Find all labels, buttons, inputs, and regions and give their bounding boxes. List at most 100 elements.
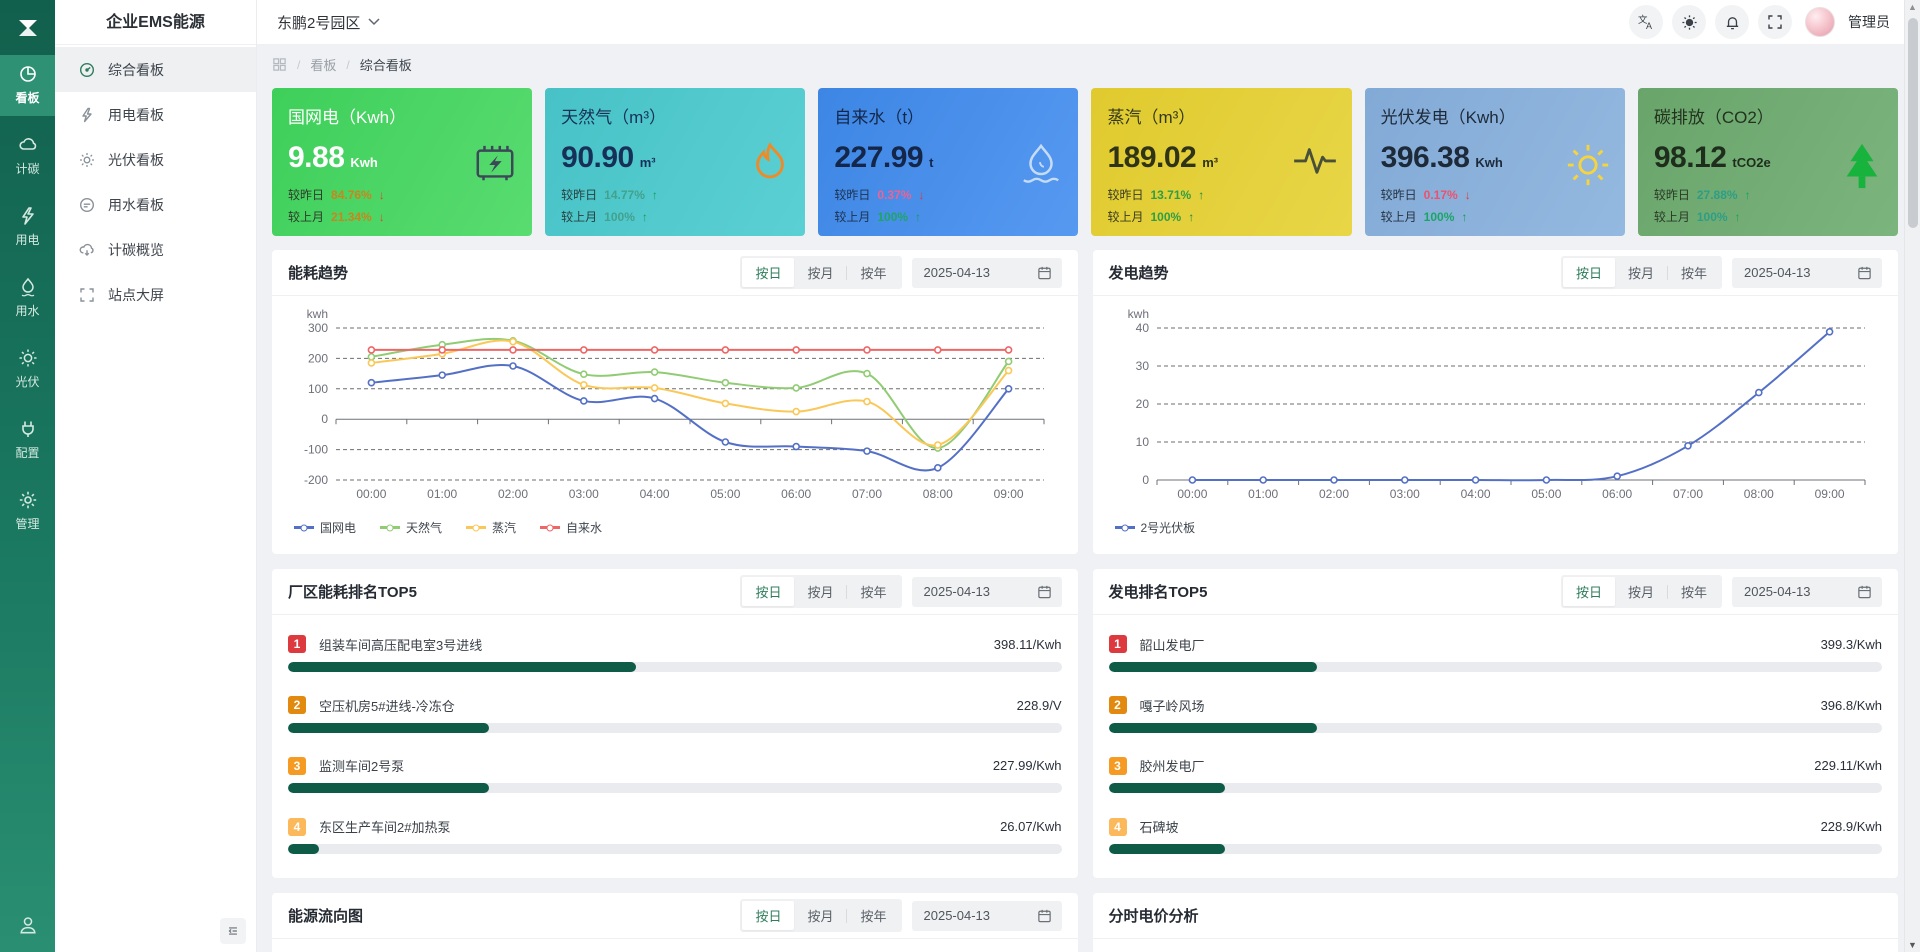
generation-trend-chart[interactable]: kwh 0 10 20 30 40 00:00 01:00 02:00 03:00 04:00 05:…: [1109, 306, 1883, 536]
chart-canvas: kwh -200 -100 0 100 200 300 00:00 01:00 02:00 03:0…: [304, 307, 1045, 501]
rail-item-solar[interactable]: 光伏: [0, 339, 55, 400]
pie-chart-icon: [19, 66, 36, 82]
rank-progress-bar: [1108, 783, 1882, 794]
collapse-sidebar-button[interactable]: [220, 918, 246, 944]
rank-progress-bar: [288, 661, 1062, 672]
sidebar-item-carbon-overview[interactable]: 计碳概览: [55, 227, 256, 272]
rank-item: 3 监测车间2号泵 227.99/Kwh: [288, 756, 1062, 794]
stat-card-solar-generation: 光伏发电（Kwh） 396.38 Kwh 较昨日 0.17% ↓ 较上月 100% ↑: [1364, 88, 1625, 236]
legend-item[interactable]: 国网电: [294, 519, 356, 536]
legend-item[interactable]: 蒸汽: [466, 519, 516, 536]
tab-by-day[interactable]: 按日: [1562, 577, 1615, 606]
svg-text:kwh: kwh: [1127, 307, 1148, 321]
compare-day-label: 较昨日: [834, 188, 871, 202]
rank-badge: 3: [1108, 756, 1127, 775]
rank-badge: 4: [1108, 817, 1127, 836]
legend-label: 自来水: [566, 521, 603, 535]
stat-card-grid-power: 国网电（Kwh） 9.88 Kwh 较昨日 84.76% ↓ 较上月 21.34% ↓: [272, 88, 533, 236]
tab-by-day[interactable]: 按日: [1562, 258, 1615, 287]
calendar-icon: [1037, 585, 1051, 599]
sidebar-item-solar-board[interactable]: 光伏看板: [55, 137, 256, 182]
card-unit: tCO2e: [1732, 155, 1771, 170]
date-picker[interactable]: 2025-04-13: [911, 900, 1062, 931]
svg-text:08:00: 08:00: [923, 487, 953, 501]
svg-text:03:00: 03:00: [1389, 487, 1419, 501]
admin-label[interactable]: 管理员: [1848, 12, 1890, 32]
card-title: 光伏发电（Kwh）: [1380, 108, 1516, 127]
rank-name: 组装车间高压配电室3号进线: [319, 637, 483, 653]
rail-item-config[interactable]: 配置: [0, 410, 55, 471]
fullscreen-button[interactable]: [1758, 5, 1792, 39]
scroll-up-icon[interactable]: ▲: [1905, 2, 1920, 12]
rail-item-carbon[interactable]: 计碳: [0, 126, 55, 187]
co2-cloud-icon: [18, 138, 36, 150]
card-unit: Kwh: [350, 155, 378, 170]
breadcrumb-level1[interactable]: 看板: [310, 55, 336, 74]
date-value: 2025-04-13: [923, 584, 991, 599]
tab-by-year[interactable]: 按年: [847, 258, 899, 287]
rank-progress-bar: [1108, 661, 1882, 672]
svg-text:kwh: kwh: [307, 307, 328, 321]
legend-item[interactable]: 2号光伏板: [1114, 519, 1196, 536]
avatar[interactable]: [1805, 7, 1835, 37]
card-unit: Kwh: [1475, 155, 1503, 170]
notifications-button[interactable]: [1715, 5, 1749, 39]
tab-by-month[interactable]: 按月: [794, 258, 846, 287]
chart-canvas: kwh 0 10 20 30 40 00:00 01:00 02:00 03:00 04:00 05:…: [1127, 307, 1865, 501]
user-icon[interactable]: [17, 914, 39, 936]
tab-by-year[interactable]: 按年: [1668, 258, 1720, 287]
compare-day-label: 较昨日: [561, 188, 598, 202]
language-button[interactable]: 文A: [1629, 5, 1663, 39]
rank-value: 396.8/Kwh: [1820, 697, 1882, 713]
date-picker[interactable]: 2025-04-13: [1732, 257, 1882, 288]
legend-label: 2号光伏板: [1140, 521, 1196, 535]
grid-icon[interactable]: [272, 57, 287, 72]
date-picker[interactable]: 2025-04-13: [1732, 576, 1882, 607]
tab-by-month[interactable]: 按月: [794, 901, 846, 930]
tab-by-year[interactable]: 按年: [847, 577, 899, 606]
page-scrollbar[interactable]: ▲ ▼: [1904, 0, 1920, 952]
rail-item-electricity[interactable]: 用电: [0, 197, 55, 258]
tab-by-year[interactable]: 按年: [1668, 577, 1720, 606]
rail-item-dashboard[interactable]: 看板: [0, 55, 55, 116]
card-value: 98.12: [1653, 141, 1727, 174]
sidebar-item-site-bigscreen[interactable]: 站点大屏: [55, 272, 256, 317]
date-picker[interactable]: 2025-04-13: [911, 576, 1062, 607]
breadcrumb-level2[interactable]: 综合看板: [360, 55, 412, 74]
theme-button[interactable]: [1672, 5, 1706, 39]
tab-by-day[interactable]: 按日: [742, 258, 795, 287]
pulse-icon: [1292, 142, 1338, 183]
sidebar-item-overview-board[interactable]: 综合看板: [55, 47, 256, 92]
date-picker[interactable]: 2025-04-13: [911, 257, 1062, 288]
rank-name: 韶山发电厂: [1139, 637, 1205, 653]
rank-value: 228.9/V: [1016, 697, 1062, 713]
scrollbar-thumb[interactable]: [1908, 18, 1918, 228]
tab-by-day[interactable]: 按日: [742, 901, 795, 930]
tab-by-day[interactable]: 按日: [742, 577, 795, 606]
rank-progress-bar: [288, 844, 1062, 855]
card-unit: m³: [639, 155, 656, 170]
rail-item-admin[interactable]: 管理: [0, 481, 55, 542]
fullscreen-icon: [1768, 15, 1782, 29]
compare-month-pct: 100%: [1696, 209, 1728, 224]
svg-text:07:00: 07:00: [852, 487, 882, 501]
scroll-down-icon[interactable]: ▼: [1905, 940, 1920, 950]
gear-icon: [19, 491, 36, 509]
tab-by-month[interactable]: 按月: [1615, 577, 1667, 606]
svg-text:01:00: 01:00: [1248, 487, 1278, 501]
rank-value: 227.99/Kwh: [992, 758, 1062, 774]
legend-item[interactable]: 自来水: [540, 519, 602, 536]
tab-by-month[interactable]: 按月: [794, 577, 846, 606]
period-tabs: 按日 按月 按年: [1560, 575, 1722, 608]
legend-item[interactable]: 天然气: [380, 519, 442, 536]
compare-day-label: 较昨日: [1380, 188, 1417, 202]
energy-trend-chart[interactable]: kwh -200 -100 0 100 200 300 00:00 01:00 02:00 03:0…: [288, 306, 1062, 536]
rank-name: 空压机房5#进线-冷冻仓: [319, 698, 455, 714]
sidebar-item-electricity-board[interactable]: 用电看板: [55, 92, 256, 137]
tab-by-month[interactable]: 按月: [1615, 258, 1667, 287]
sidebar-item-water-board[interactable]: 用水看板: [55, 182, 256, 227]
stat-card-carbon-emission: 碳排放（CO2） 98.12 tCO2e 较昨日 27.88% ↑ 较上月 100% ↑: [1637, 88, 1898, 236]
rail-item-water[interactable]: 用水: [0, 268, 55, 329]
tab-by-year[interactable]: 按年: [847, 901, 899, 930]
park-selector[interactable]: 东鹏2号园区: [277, 12, 380, 33]
